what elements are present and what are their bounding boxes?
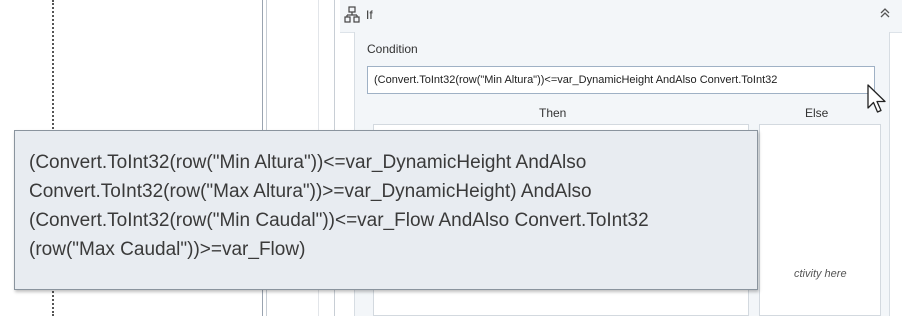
condition-label: Condition xyxy=(367,42,418,56)
tooltip-line: (Convert.ToInt32(row("Min Altura"))<=var… xyxy=(29,152,587,173)
condition-tooltip: (Convert.ToInt32(row("Min Altura"))<=var… xyxy=(14,130,758,290)
workflow-designer-canvas: If Condition (Convert.ToInt32(row("Min A… xyxy=(0,0,902,316)
if-activity-title: If xyxy=(366,8,373,22)
condition-input[interactable]: (Convert.ToInt32(row("Min Altura"))<=var… xyxy=(367,66,875,94)
tooltip-line: Convert.ToInt32(row("Max Altura"))>=var_… xyxy=(29,181,592,202)
tooltip-line: (Convert.ToInt32(row("Min Caudal"))<=var… xyxy=(29,210,649,231)
then-label: Then xyxy=(539,106,567,120)
double-chevron-up-icon[interactable] xyxy=(878,6,892,24)
drop-activity-hint: ctivity here xyxy=(794,268,847,280)
tooltip-line: (row("Max Caudal"))>=var_Flow) xyxy=(29,239,306,260)
if-branch-icon xyxy=(344,6,360,24)
mouse-pointer-icon xyxy=(866,84,888,116)
if-activity-header[interactable]: If xyxy=(340,0,902,33)
else-label: Else xyxy=(805,106,829,120)
else-drop-zone[interactable] xyxy=(759,124,881,316)
